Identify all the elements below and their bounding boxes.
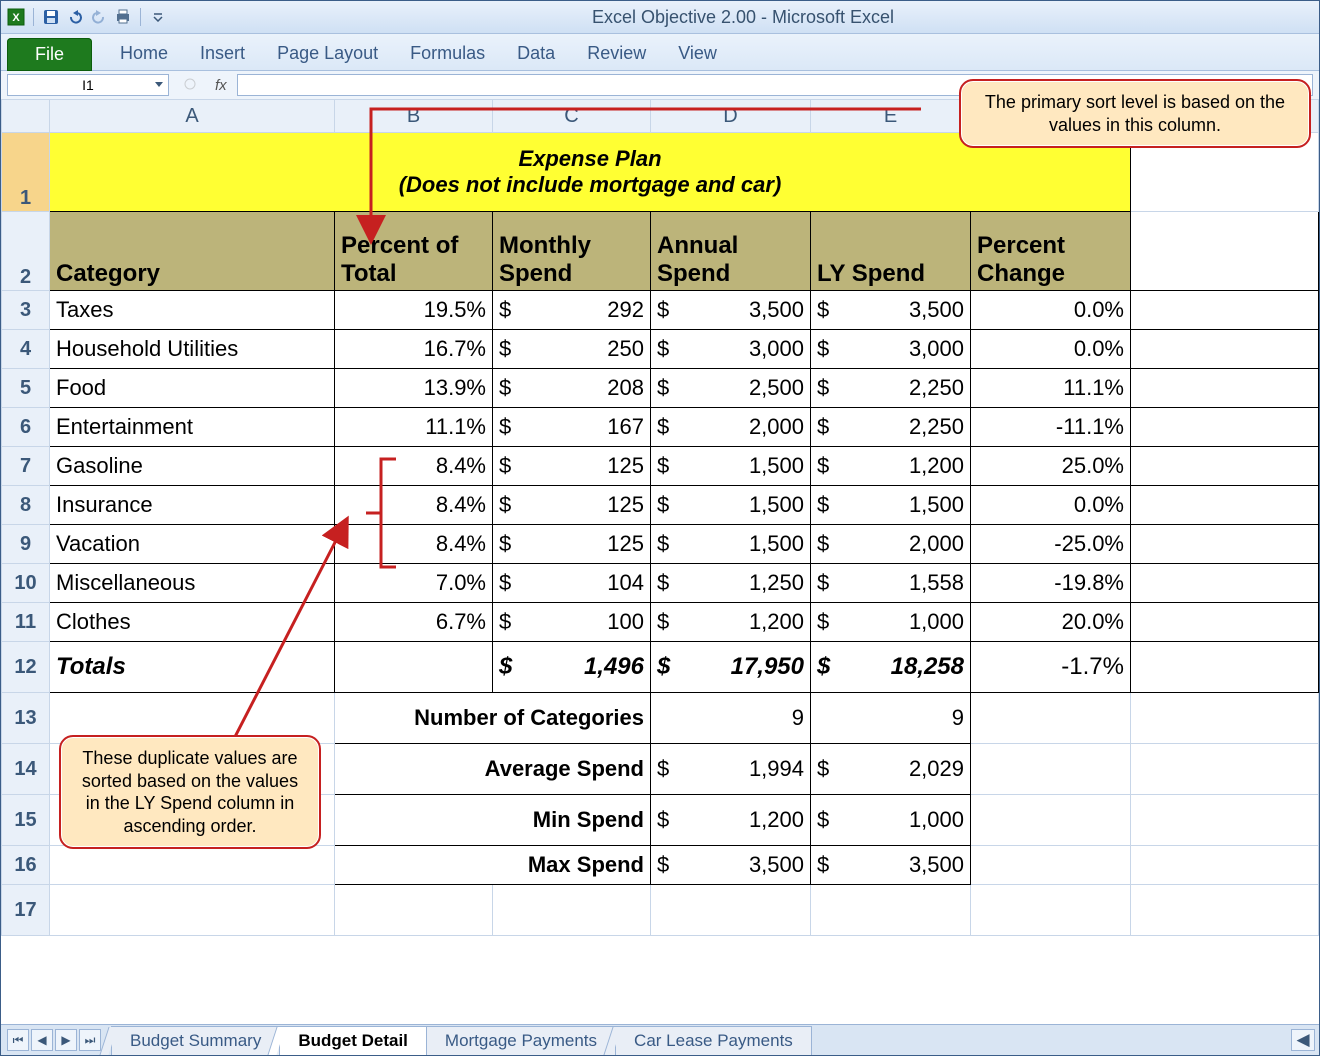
col-header-e[interactable]: E <box>811 100 971 133</box>
sheet-nav-buttons: ⏮ ◀ ▶ ⏭ <box>7 1029 101 1051</box>
svg-text:X: X <box>12 12 20 24</box>
horizontal-scroll-left-icon[interactable]: ◀ <box>1291 1029 1315 1051</box>
fx-label[interactable]: fx <box>215 77 227 94</box>
name-box-dropdown-icon[interactable] <box>152 77 166 94</box>
sheet-nav-first-icon[interactable]: ⏮ <box>7 1029 29 1051</box>
callout-top: The primary sort level is based on the v… <box>959 79 1311 148</box>
sheet-tab-bar: ⏮ ◀ ▶ ⏭ Budget Summary Budget Detail Mor… <box>1 1024 1319 1055</box>
tab-file[interactable]: File <box>7 38 92 71</box>
callout-left: These duplicate values are sorted based … <box>59 735 321 849</box>
table-row: 10 Miscellaneous 7.0% $104 $1,250 $1,558… <box>2 564 1319 603</box>
title-bar: X Excel Objective 2.00 - Microsoft Excel <box>1 1 1319 34</box>
table-row: 9 Vacation 8.4% $125 $1,500 $2,000 -25.0… <box>2 525 1319 564</box>
name-box[interactable]: I1 <box>7 74 169 96</box>
tab-home[interactable]: Home <box>116 37 172 70</box>
window-title: Excel Objective 2.00 - Microsoft Excel <box>173 7 1313 28</box>
worksheet[interactable]: A B C D E F 1 Expense Plan (Does not inc… <box>1 99 1319 1025</box>
print-icon[interactable] <box>114 8 132 26</box>
cancel-icon <box>183 77 197 94</box>
sheet-title: Expense Plan <box>56 146 1124 172</box>
sheet-tab-mortgage-payments[interactable]: Mortgage Payments <box>426 1026 616 1055</box>
sheet-nav-prev-icon[interactable]: ◀ <box>31 1029 53 1051</box>
hdr-percent-total[interactable]: Percent of Total <box>335 212 493 291</box>
table-row: 5 Food 13.9% $208 $2,500 $2,250 11.1% <box>2 369 1319 408</box>
totals-row: 12 Totals $1,496 $17,950 $18,258 -1.7% <box>2 642 1319 693</box>
col-header-b[interactable]: B <box>335 100 493 133</box>
row-2: 2 Category Percent of Total Monthly Spen… <box>2 212 1319 291</box>
name-box-value: I1 <box>82 77 94 93</box>
tab-review[interactable]: Review <box>583 37 650 70</box>
sheet-tab-budget-detail[interactable]: Budget Detail <box>279 1026 427 1055</box>
totals-label[interactable]: Totals <box>50 642 335 693</box>
sheet-tab-budget-summary[interactable]: Budget Summary <box>111 1026 280 1055</box>
row-17: 17 <box>2 885 1319 936</box>
select-all-corner[interactable] <box>2 100 50 133</box>
row-header-2[interactable]: 2 <box>2 212 50 291</box>
col-header-a[interactable]: A <box>50 100 335 133</box>
col-header-c[interactable]: C <box>493 100 651 133</box>
undo-icon[interactable] <box>66 8 84 26</box>
sheet-nav-last-icon[interactable]: ⏭ <box>79 1029 101 1051</box>
hdr-monthly-spend[interactable]: Monthly Spend <box>493 212 651 291</box>
stats-row: 16 Max Spend $3,500 $3,500 <box>2 846 1319 885</box>
row-header-1[interactable]: 1 <box>2 133 50 212</box>
qat-dropdown-icon[interactable] <box>149 8 167 26</box>
excel-icon: X <box>7 8 25 26</box>
col-header-d[interactable]: D <box>651 100 811 133</box>
table-row: 4 Household Utilities 16.7% $250 $3,000 … <box>2 330 1319 369</box>
table-row: 7 Gasoline 8.4% $125 $1,500 $1,200 25.0% <box>2 447 1319 486</box>
table-row: 11 Clothes 6.7% $100 $1,200 $1,000 20.0% <box>2 603 1319 642</box>
hdr-percent-change[interactable]: Percent Change <box>971 212 1131 291</box>
hdr-annual-spend[interactable]: Annual Spend <box>651 212 811 291</box>
tab-view[interactable]: View <box>674 37 721 70</box>
tab-insert[interactable]: Insert <box>196 37 249 70</box>
table-row: 8 Insurance 8.4% $125 $1,500 $1,500 0.0% <box>2 486 1319 525</box>
save-icon[interactable] <box>42 8 60 26</box>
sheet-nav-next-icon[interactable]: ▶ <box>55 1029 77 1051</box>
sheet-tab-car-lease-payments[interactable]: Car Lease Payments <box>615 1026 812 1055</box>
redo-icon[interactable] <box>90 8 108 26</box>
tab-page-layout[interactable]: Page Layout <box>273 37 382 70</box>
sheet-subtitle: (Does not include mortgage and car) <box>56 172 1124 198</box>
hdr-ly-spend[interactable]: LY Spend <box>811 212 971 291</box>
table-row: 3 Taxes 19.5% $292 $3,500 $3,500 0.0% <box>2 291 1319 330</box>
table-row: 6 Entertainment 11.1% $167 $2,000 $2,250… <box>2 408 1319 447</box>
ribbon-tabs: File Home Insert Page Layout Formulas Da… <box>1 34 1319 71</box>
hdr-category[interactable]: Category <box>50 212 335 291</box>
tab-formulas[interactable]: Formulas <box>406 37 489 70</box>
tab-data[interactable]: Data <box>513 37 559 70</box>
